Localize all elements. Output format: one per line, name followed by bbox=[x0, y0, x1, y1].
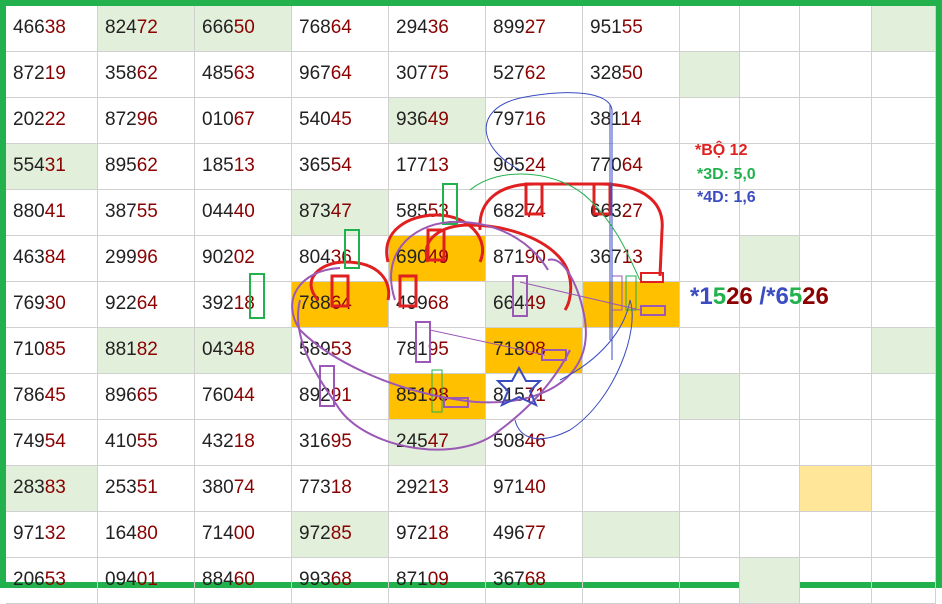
pair-digit-c: 26 bbox=[726, 283, 753, 310]
purple-line bbox=[429, 329, 546, 356]
bo-label: *BỘ 12 bbox=[695, 142, 748, 159]
red-mark bbox=[330, 274, 350, 308]
purple-curve bbox=[297, 299, 571, 451]
red-curve bbox=[424, 223, 573, 311]
pair-digit-a: 1 bbox=[699, 283, 713, 310]
purple-curve bbox=[291, 258, 587, 404]
red-mark bbox=[524, 182, 544, 216]
red-mark bbox=[592, 182, 612, 216]
pair-digit-d: 6 bbox=[775, 283, 789, 310]
pair-digit-b: 5 bbox=[712, 283, 727, 310]
pair-digit-e: 5 bbox=[788, 283, 803, 310]
pair-summary: *1526 /*6526 bbox=[690, 283, 829, 311]
green-mark bbox=[431, 369, 443, 413]
purple-mark bbox=[541, 349, 567, 361]
green-mark bbox=[249, 273, 265, 319]
red-mark bbox=[398, 274, 418, 308]
purple-mark bbox=[640, 305, 666, 316]
purple-mark bbox=[319, 365, 335, 407]
blue-curve bbox=[485, 92, 613, 360]
3d-label: *3D: 5,0 bbox=[697, 166, 756, 183]
pair-star1: * bbox=[690, 283, 700, 310]
pair-digit-f: 26 bbox=[802, 283, 829, 310]
pair-separator: /* bbox=[752, 283, 776, 310]
4d-label: *4D: 1,6 bbox=[697, 189, 756, 206]
purple-mark bbox=[415, 321, 431, 363]
